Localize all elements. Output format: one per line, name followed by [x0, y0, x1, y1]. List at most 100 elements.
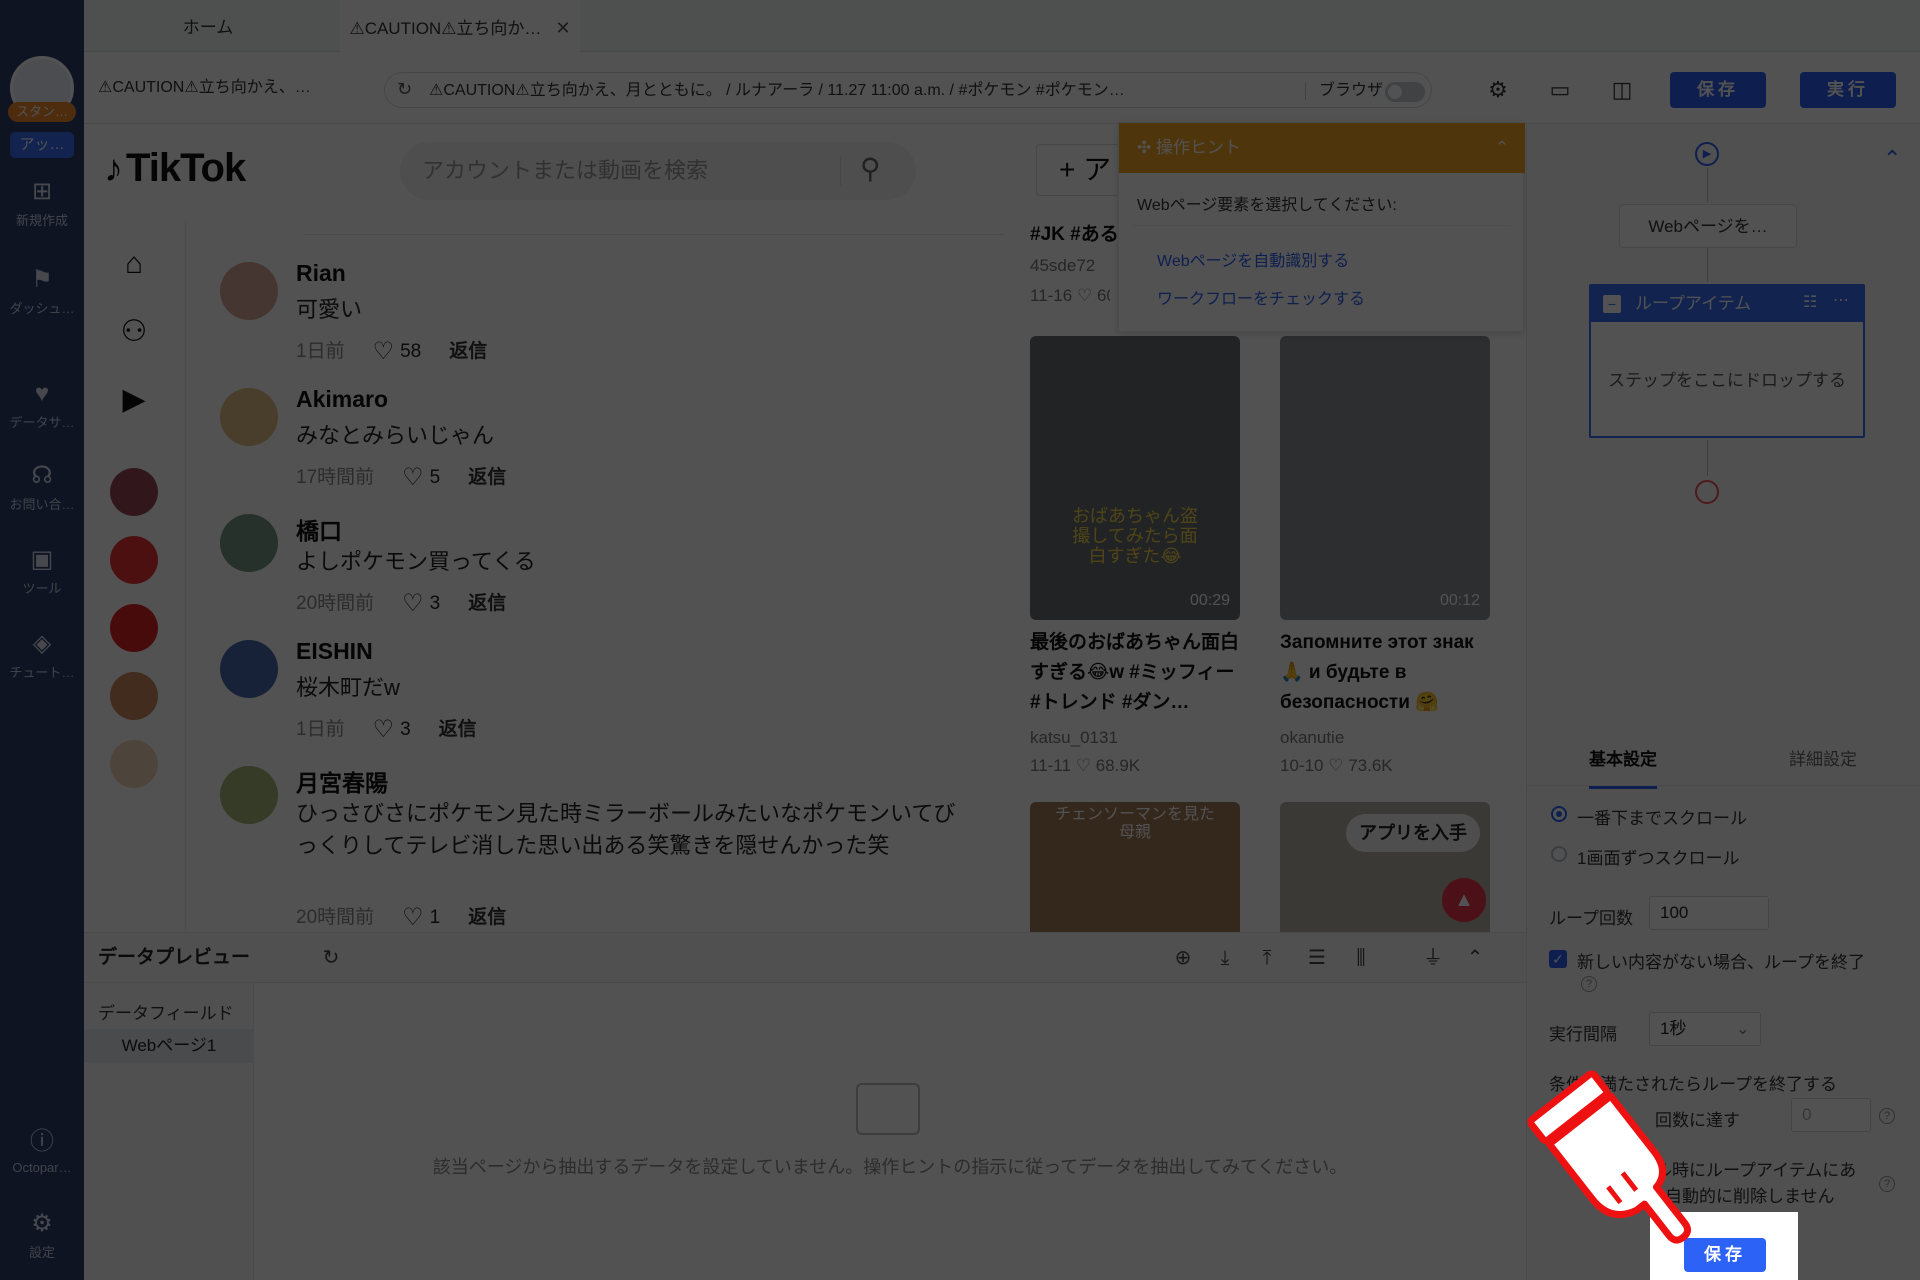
home-icon[interactable]: ⌂: [112, 242, 156, 286]
flow-node-open-page[interactable]: Webページを…: [1619, 204, 1797, 248]
settings-tabs: 基本設定 詳細設定: [1527, 734, 1920, 789]
add-field-icon[interactable]: ⊕: [1170, 945, 1196, 971]
search-input[interactable]: アカウントまたは動画を検索: [422, 142, 708, 200]
avatar[interactable]: [220, 766, 278, 824]
download-icon[interactable]: ⤓: [1212, 945, 1238, 971]
list-view-icon[interactable]: ☰: [1304, 945, 1330, 971]
comment-author[interactable]: 月宮春陽: [296, 764, 388, 798]
avatar[interactable]: [220, 514, 278, 572]
avatar[interactable]: [220, 262, 278, 320]
help-icon[interactable]: ?: [1879, 1176, 1895, 1192]
video-title[interactable]: 最後のおばあちゃん面白すぎる😂w #ミッフィー #トレンド #ダン…: [1030, 628, 1240, 718]
sidebar-item-about[interactable]: ⓘ Octopar…: [0, 1128, 84, 1175]
heart-icon[interactable]: ♡: [373, 338, 395, 365]
live-icon[interactable]: ▶: [112, 378, 156, 422]
video-author[interactable]: 45sde72: [1030, 256, 1095, 276]
video-author[interactable]: katsu_0131: [1030, 728, 1118, 748]
sidebar-item-tutorial[interactable]: ◈ チュート…: [0, 630, 84, 681]
sidebar-item-support[interactable]: ☊ お問い合…: [0, 462, 84, 513]
gear-icon[interactable]: ⚙: [1484, 76, 1512, 104]
collapse-up-icon[interactable]: ⌃: [1462, 945, 1488, 971]
search-bar[interactable]: アカウントまたは動画を検索 ⚲: [400, 142, 916, 200]
webpage-tab[interactable]: Webページ1: [84, 1029, 254, 1063]
sidebar-item-dashboard[interactable]: ⚑ ダッシュ…: [0, 266, 84, 317]
reload-icon[interactable]: ↻: [397, 79, 412, 100]
loop-item-node[interactable]: ループアイテム − ☷ ⋯ ステップをここにドロップする: [1589, 284, 1865, 438]
browser-mode-toggle[interactable]: [1385, 82, 1425, 102]
interval-select[interactable]: 1秒 ⌄: [1649, 1012, 1761, 1046]
layout-icon[interactable]: ▭: [1546, 76, 1574, 104]
filter-icon[interactable]: ⏚: [1420, 945, 1446, 971]
reply-button[interactable]: 返信: [468, 907, 506, 928]
url-bar[interactable]: ↻ ⚠CAUTION⚠立ち向かえ、月とともに。 / ルナアーラ / 11.27 …: [384, 72, 1432, 108]
reach-count-input[interactable]: 0: [1791, 1098, 1871, 1132]
panel-icon[interactable]: ◫: [1608, 76, 1636, 104]
end-no-new-checkbox[interactable]: ✓: [1549, 950, 1567, 968]
heart-icon[interactable]: ♡: [402, 590, 424, 617]
check-workflow-link[interactable]: ワークフローをチェックする: [1157, 285, 1365, 309]
comment-author[interactable]: EISHIN: [296, 638, 373, 665]
comment-author[interactable]: Rian: [296, 260, 346, 287]
reply-button[interactable]: 返信: [449, 341, 487, 362]
heart-icon[interactable]: ♡: [373, 716, 395, 743]
divider: [1133, 225, 1511, 226]
collapse-icon[interactable]: −: [1603, 295, 1621, 313]
avatar[interactable]: [220, 388, 278, 446]
loop-item-header[interactable]: ループアイテム: [1591, 286, 1863, 322]
collapse-icon[interactable]: ⌃: [1495, 123, 1509, 173]
sidebar-item-new[interactable]: ⊞ 新規作成: [0, 178, 84, 229]
export-icon[interactable]: ⤒: [1254, 945, 1280, 971]
tab-home[interactable]: ホーム: [124, 0, 292, 52]
video-thumbnail[interactable]: アプリを入手 ▲: [1280, 802, 1490, 932]
following-avatar[interactable]: [110, 604, 158, 652]
following-avatar[interactable]: [110, 468, 158, 516]
get-app-button[interactable]: アプリを入手: [1346, 814, 1480, 852]
following-avatar[interactable]: [110, 740, 158, 788]
reply-button[interactable]: 返信: [468, 467, 506, 488]
heart-icon[interactable]: ♡: [402, 464, 424, 491]
help-icon[interactable]: ?: [1879, 1108, 1895, 1124]
scroll-bottom-radio[interactable]: [1551, 806, 1567, 822]
tab-detail-settings[interactable]: 詳細設定: [1789, 734, 1857, 786]
following-avatar[interactable]: [110, 536, 158, 584]
video-thumbnail[interactable]: チェンソーマンを見た母親: [1030, 802, 1240, 932]
app-badge[interactable]: アッ…: [10, 132, 74, 158]
scroll-page-radio[interactable]: [1551, 846, 1567, 862]
refresh-icon[interactable]: ↻: [318, 945, 344, 971]
comment-author[interactable]: 橋口: [296, 512, 342, 546]
following-avatar[interactable]: [110, 672, 158, 720]
video-thumbnail[interactable]: おばあちゃん盗撮してみたら面白すぎた😂 00:29: [1030, 336, 1240, 620]
drop-zone[interactable]: ステップをここにドロップする: [1591, 366, 1863, 391]
video-thumbnail[interactable]: 00:12: [1280, 336, 1490, 620]
video-title[interactable]: Запомните этот знак 🙏 и будьте в безопас…: [1280, 628, 1500, 718]
scroll-top-icon[interactable]: ▲: [1442, 878, 1486, 922]
video-author[interactable]: okanutie: [1280, 728, 1344, 748]
search-icon[interactable]: ⚲: [860, 152, 881, 185]
reply-button[interactable]: 返信: [439, 719, 477, 740]
auto-detect-link[interactable]: Webページを自動識別する: [1157, 247, 1349, 271]
loop-count-input[interactable]: 100: [1649, 896, 1769, 930]
url-text[interactable]: ⚠CAUTION⚠立ち向かえ、月とともに。 / ルナアーラ / 11.27 11…: [429, 73, 1289, 109]
list-icon[interactable]: ☷: [1803, 292, 1817, 312]
tab-current-page[interactable]: ⚠CAUTION⚠立ち向か… ✕: [340, 0, 580, 52]
flow-connector: [1707, 440, 1708, 476]
scroll-page-label: 1画面ずつスクロール: [1577, 849, 1740, 868]
more-icon[interactable]: ⋯: [1833, 290, 1849, 310]
avatar[interactable]: [220, 640, 278, 698]
close-icon[interactable]: ✕: [555, 18, 570, 38]
tiktok-logo[interactable]: ♪ TikTok: [104, 146, 246, 191]
tab-basic-settings[interactable]: 基本設定: [1589, 734, 1657, 789]
following-icon[interactable]: ⚇: [112, 310, 156, 354]
hint-header[interactable]: ✣ 操作ヒント ⌃: [1119, 123, 1525, 173]
reply-button[interactable]: 返信: [468, 593, 506, 614]
sidebar-item-tools[interactable]: ▣ ツール: [0, 546, 84, 597]
collapse-up-icon[interactable]: ⌃: [1883, 146, 1901, 172]
column-view-icon[interactable]: ⫼: [1348, 945, 1374, 971]
save-button[interactable]: 保存: [1670, 72, 1766, 108]
run-button[interactable]: 実行: [1800, 72, 1896, 108]
heart-icon[interactable]: ♡: [402, 904, 424, 931]
sidebar-item-data[interactable]: ♥ データサ…: [0, 380, 84, 431]
help-icon[interactable]: ?: [1581, 976, 1597, 992]
comment-author[interactable]: Akimaro: [296, 386, 388, 413]
sidebar-item-settings[interactable]: ⚙ 設定: [0, 1210, 84, 1261]
